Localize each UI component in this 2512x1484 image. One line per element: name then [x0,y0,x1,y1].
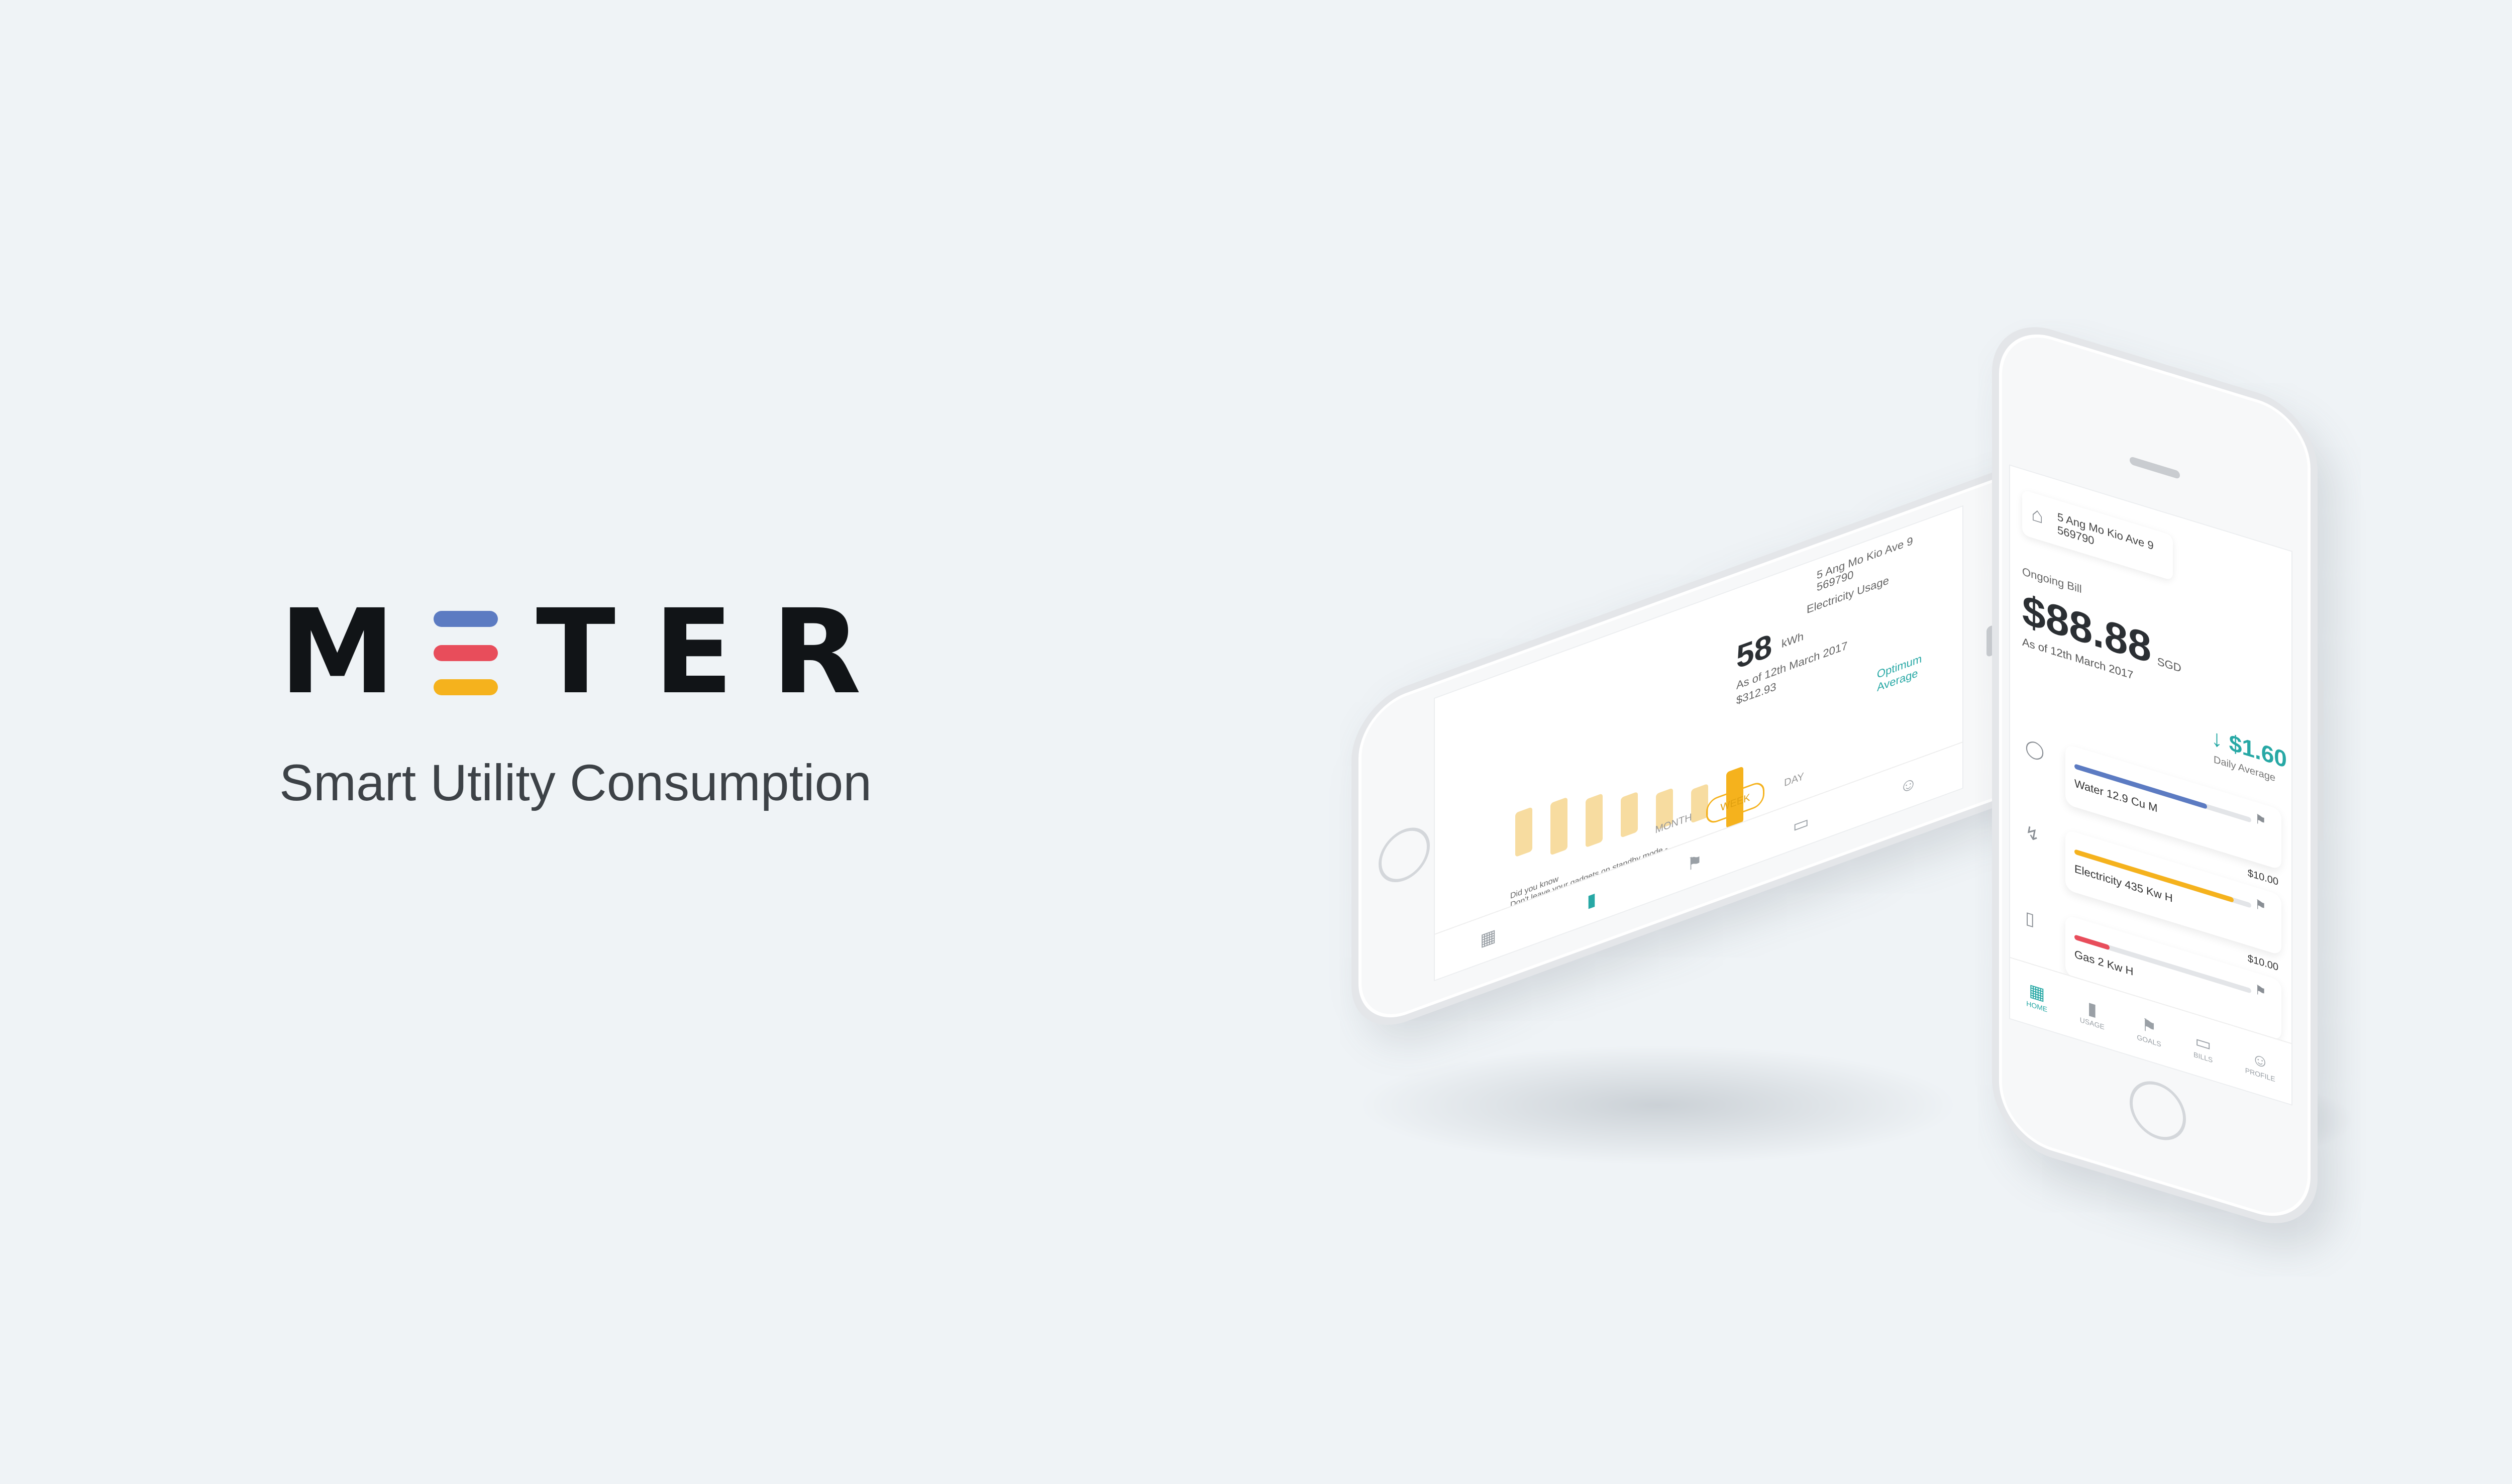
goal-flag-icon[interactable]: ⚑ [2255,982,2266,1001]
water-drop-icon: ◯ [2025,737,2045,762]
home-button[interactable] [1379,820,1430,890]
utility-amount: $10.00 [2247,867,2278,888]
logo-e-bars [433,611,498,695]
tab-usage[interactable]: ▮ USAGE [2080,995,2105,1031]
usage-unit: kWh [1782,629,1804,651]
logo-bar-blue [433,611,498,627]
tab-bills[interactable]: ▭ BILLS [2193,1030,2213,1065]
logo-bar-red [433,645,498,661]
brand-block: M T E R [279,584,899,720]
earpiece-speaker [2130,456,2180,480]
optimum-legend: Optimum Average [1877,652,1922,694]
goal-flag-icon[interactable]: ⚑ [2255,896,2266,915]
meter-logo: M T E R [279,584,899,720]
tab-home-lying[interactable]: ▦ [1480,925,1496,951]
tab-bills-lying[interactable]: ▭ [1793,811,1809,837]
bar-chart-icon: ▮ [1587,889,1597,912]
phone-standing: ⌂ 5 Ang Mo Kio Ave 9 569790 Ongoing Bill… [1992,311,2324,1239]
wallet-icon: ▭ [1793,811,1809,837]
bar-chart-icon: ▮ [2087,998,2097,1020]
logo-letter-t: T [536,584,616,720]
usage-bar[interactable] [1586,793,1603,848]
tagline: Smart Utility Consumption [279,754,872,811]
tab-goals[interactable]: ⚑ GOALS [2137,1013,2161,1048]
tab-usage-lying[interactable]: ▮ [1587,889,1597,912]
usage-bar[interactable] [1515,806,1532,858]
segment-day[interactable]: DAY [1766,759,1822,801]
home-button[interactable] [2130,1074,2186,1148]
gas-cylinder-icon: ▯ [2025,908,2035,930]
back-phone-shadow [1356,1045,1959,1165]
home-grid-icon: ▦ [1480,925,1497,950]
usage-fill [2074,934,2110,950]
tab-goals-lying[interactable]: ⚑ [1687,850,1702,876]
tab-home[interactable]: ▦ HOME [2026,979,2047,1013]
segment-month[interactable]: MONTH [1646,803,1701,845]
phone-lying: 5 Ang Mo Kio Ave 9 569790 Electricity Us… [1351,452,2049,1041]
building-icon: ⌂ [2031,502,2044,528]
tab-bar-lying: ▦ ▮ ⚑ ▭ ☺ [1435,741,1962,980]
usage-screen: 5 Ang Mo Kio Ave 9 569790 Electricity Us… [1434,505,1963,982]
home-screen: ⌂ 5 Ang Mo Kio Ave 9 569790 Ongoing Bill… [2009,464,2292,1106]
usage-bar[interactable] [1550,797,1567,856]
flag-icon: ⚑ [1687,850,1703,875]
logo-letter-r: R [771,584,862,720]
logo-bar-yellow [433,679,498,695]
address-card[interactable]: ⌂ 5 Ang Mo Kio Ave 9 569790 [2022,489,2173,581]
side-button [2318,760,2324,842]
tab-profile[interactable]: ☺ PROFILE [2245,1046,2275,1083]
logo-letter-e: E [654,584,734,720]
tab-profile-lying[interactable]: ☺ [1900,772,1917,798]
utility-name: Water 12.9 Cu M [2074,777,2158,815]
bill-currency: SGD [2157,655,2181,675]
logo-letter-m: M [279,584,395,720]
usage-bar[interactable] [1621,791,1638,838]
address-text: 5 Ang Mo Kio Ave 9 569790 [2057,510,2168,570]
side-button [2318,679,2324,736]
lightning-icon: ↯ [2025,822,2040,846]
goal-flag-icon[interactable]: ⚑ [2255,811,2266,830]
user-icon: ☺ [1900,772,1917,798]
utility-amount: $10.00 [2247,952,2278,974]
